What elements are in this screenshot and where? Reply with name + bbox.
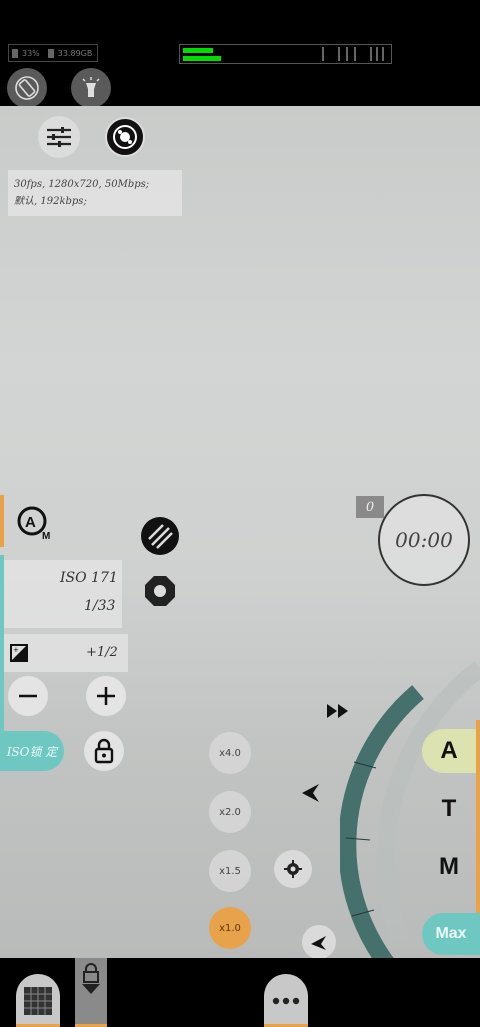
ev-panel: + +1/2 <box>4 634 128 672</box>
stripes-icon <box>148 524 173 549</box>
settings-sliders-button[interactable] <box>38 116 80 158</box>
plus-icon <box>97 687 115 705</box>
zoom-2x-button[interactable]: x2.0 <box>209 791 251 833</box>
bottom-bar <box>0 958 480 1027</box>
exposure-compensation-icon: + <box>10 644 28 662</box>
stabilization-button[interactable] <box>141 517 179 555</box>
shutter-value[interactable]: 1/33 <box>84 598 115 614</box>
battery-icon <box>12 48 18 58</box>
rotation-lock-button[interactable] <box>7 68 47 108</box>
mode-auto-button[interactable]: A <box>422 729 476 773</box>
aperture-icon <box>113 125 137 149</box>
flashlight-icon <box>82 77 100 97</box>
audio-level-right <box>183 56 221 61</box>
gear-button[interactable] <box>274 850 312 888</box>
lock-envelope-icon <box>82 963 100 994</box>
exposure-readout-panel: ISO 171 1/33 <box>4 560 122 628</box>
zoom-4x-button[interactable]: x4.0 <box>209 732 251 774</box>
focus-mode-button[interactable] <box>141 572 179 610</box>
more-options-button[interactable] <box>264 974 308 1027</box>
clip-counter: 0 <box>356 496 384 518</box>
octagon-focus-icon <box>145 576 175 606</box>
more-dots-icon <box>272 997 300 1004</box>
battery-level: 33% <box>22 48 40 58</box>
padlock-icon <box>94 738 114 764</box>
gear-icon <box>284 860 302 878</box>
rewind-slow-button[interactable] <box>294 776 328 810</box>
triangle-left-small-icon <box>311 936 326 950</box>
ev-value: +1/2 <box>86 645 118 660</box>
svg-text:A: A <box>25 514 36 531</box>
top-status-bar: 33% 33.89GB <box>0 0 480 108</box>
sliders-icon <box>47 127 71 147</box>
audio-level-meter <box>179 44 392 64</box>
iso-value[interactable]: ISO 171 <box>60 570 118 586</box>
audio-settings-text: 默认, 192kbps; <box>14 196 87 207</box>
sd-card-icon <box>47 48 54 58</box>
storage-free: 33.89GB <box>57 48 93 58</box>
triangle-left-icon <box>302 784 319 802</box>
max-button[interactable]: Max <box>422 913 480 955</box>
lens-filter-button[interactable] <box>105 117 145 157</box>
video-settings-text: 30fps, 1280x720, 50Mbps; <box>14 179 150 190</box>
lock-button[interactable] <box>84 731 124 771</box>
gallery-button[interactable] <box>16 974 60 1027</box>
flashlight-button[interactable] <box>71 68 111 108</box>
ev-decrease-button[interactable] <box>8 676 48 716</box>
audio-level-left <box>183 48 213 53</box>
svg-text:+: + <box>13 646 19 654</box>
lock-controls-button[interactable] <box>75 958 107 1027</box>
zoom-1x-button[interactable]: x1.0 <box>209 907 251 949</box>
mode-manual-button[interactable]: M <box>422 845 476 889</box>
recording-settings-info: 30fps, 1280x720, 50Mbps; 默认, 192kbps; <box>8 170 182 216</box>
step-back-button[interactable] <box>302 925 336 959</box>
ev-increase-button[interactable] <box>86 676 126 716</box>
zoom-1-5x-button[interactable]: x1.5 <box>209 850 251 892</box>
record-timer-button[interactable]: 00:00 <box>378 494 470 586</box>
auto-manual-toggle[interactable]: A M <box>12 501 56 545</box>
svg-text:M: M <box>42 531 50 542</box>
mode-t-button[interactable]: T <box>422 787 476 831</box>
auto-manual-icon: A M <box>17 506 50 542</box>
iso-priority-button[interactable]: ISO锁 定 <box>0 731 64 771</box>
minus-icon <box>19 694 37 698</box>
grid-thumbnail-icon <box>24 986 52 1015</box>
storage-indicator: 33% 33.89GB <box>8 44 98 62</box>
screen-rotation-icon <box>15 76 39 100</box>
auto-accent-bar <box>0 495 4 547</box>
